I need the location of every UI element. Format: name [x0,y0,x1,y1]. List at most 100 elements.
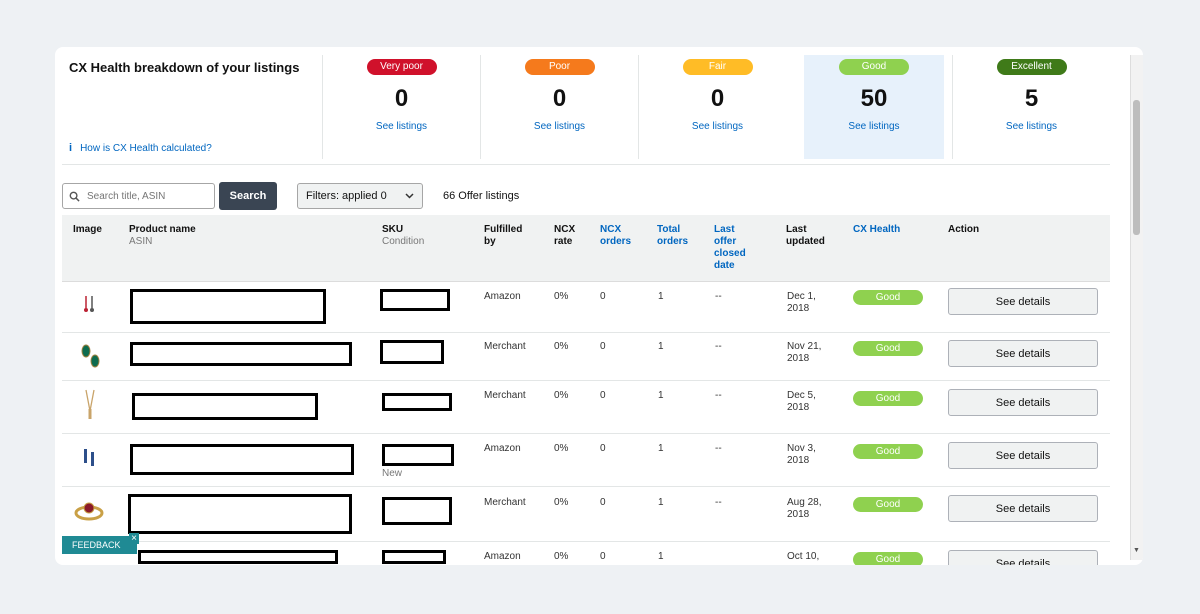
col-fulfilled-by[interactable]: Fulfilled by [484,224,522,248]
table-header: Image Product name ASIN SKU Condition Fu… [62,215,1110,282]
col-sku[interactable]: SKU Condition [382,224,424,248]
total-orders: 1 [658,390,664,401]
green-earrings-thumbnail [81,344,100,368]
cx-health-panel: CX Health breakdown of your listings i H… [55,47,1143,565]
last-updated: Nov 21, 2018 [787,341,821,365]
last-offer-closed-date: -- [715,341,722,352]
fair-count: 0 [710,85,725,112]
fair-badge: Fair [682,59,753,75]
search-icon [69,191,80,202]
col-last-offer-closed-date[interactable]: Last offer closed date [714,224,746,272]
total-orders: 1 [658,291,664,302]
last-offer-closed-date: -- [715,291,722,302]
redacted-product-name [138,550,338,564]
scrollbar-thumb[interactable] [1133,100,1140,235]
search-button[interactable]: Search [219,182,277,210]
last-offer-closed-date: -- [715,443,722,454]
redacted-sku [380,289,450,311]
col-image: Image [73,224,102,235]
help-link[interactable]: i How is CX Health calculated? [69,142,212,154]
redacted-sku [382,550,446,564]
offer-listings-count: 66 Offer listings [443,190,520,202]
fair-see-listings-link[interactable]: See listings [639,121,796,132]
redacted-sku [382,393,452,411]
see-details-button[interactable]: See details [948,550,1098,565]
health-tiles: Very poor 0 See listings Poor 0 See list… [322,47,1110,164]
see-details-button[interactable]: See details [948,495,1098,522]
col-last-updated-line2: updated [786,236,825,247]
see-details-button[interactable]: See details [948,288,1098,315]
total-orders: 1 [658,497,664,508]
last-updated-date: Oct 10, [787,551,820,562]
info-icon: i [69,142,73,154]
close-icon[interactable]: × [129,533,139,544]
ncx-orders: 0 [600,551,606,562]
feedback-button[interactable]: FEEDBACK × [62,533,139,554]
col-cx-health[interactable]: CX Health [853,224,900,236]
search-field[interactable] [62,183,215,209]
summary-title: CX Health breakdown of your listings [69,60,300,75]
redacted-product-name [130,289,326,324]
col-ncx-orders[interactable]: NCX orders [600,224,631,248]
feedback-label: FEEDBACK [72,540,121,550]
tile-very-poor: Very poor 0 See listings [322,55,480,159]
see-details-button[interactable]: See details [948,340,1098,367]
poor-see-listings-link[interactable]: See listings [481,121,638,132]
col-last-updated[interactable]: Last updated [786,224,825,248]
last-updated-date: Dec 5, [787,390,816,401]
last-updated-date: Aug 28, [787,497,822,508]
table-row: Merchant 0% 0 1 -- Nov 21, 2018 Good See … [62,333,1110,381]
excellent-count: 5 [1024,85,1039,112]
fulfilled-by: Merchant [484,390,526,401]
cx-health-badge: Good [853,290,923,305]
help-link-label: How is CX Health calculated? [80,142,212,154]
last-updated-year: 2018 [787,353,810,364]
tile-poor: Poor 0 See listings [480,55,638,159]
col-ncx-rate[interactable]: NCX rate [554,224,575,248]
ncx-rate: 0% [554,551,569,562]
col-sku-label: SKU [382,224,404,235]
redacted-product-name [130,444,354,475]
fulfilled-by: Amazon [484,291,521,302]
condition: New [382,468,403,479]
last-offer-closed-date: -- [715,497,722,508]
search-input[interactable] [85,189,209,203]
col-action: Action [948,224,980,235]
filters-label: Filters: applied 0 [306,190,387,202]
very-poor-badge: Very poor [366,59,437,75]
col-ncx-rate-line2: rate [554,236,573,247]
last-offer-closed-date: -- [715,390,722,401]
bar-earrings-thumbnail [84,449,94,466]
col-ncx-orders-line1: NCX [600,224,622,235]
very-poor-see-listings-link[interactable]: See listings [323,121,480,132]
col-total-orders[interactable]: Total orders [657,224,688,248]
see-details-button[interactable]: See details [948,442,1098,469]
vertical-scrollbar[interactable]: ▼ [1130,55,1143,560]
cx-health-badge: Good [853,444,923,459]
redacted-product-name [130,342,352,366]
poor-count: 0 [552,85,567,112]
table-row: Merchant 0% 0 1 -- Dec 5, 2018 Good See d… [62,381,1110,434]
tile-fair: Fair 0 See listings [638,55,796,159]
good-count: 50 [860,85,888,112]
col-ncx-orders-line2: orders [600,236,632,247]
ncx-rate: 0% [554,390,569,401]
good-see-listings-link[interactable]: See listings [804,121,944,132]
last-updated-year: 2018 [787,509,810,520]
ncx-orders: 0 [600,291,606,302]
redacted-product-name [128,494,352,534]
col-product-name[interactable]: Product name ASIN [129,224,196,248]
col-fulfilled-line2: by [484,236,496,247]
filters-dropdown[interactable]: Filters: applied 0 [297,183,423,209]
excellent-see-listings-link[interactable]: See listings [953,121,1110,132]
good-badge: Good [839,59,909,75]
ncx-orders: 0 [600,390,606,401]
last-updated: Dec 5, 2018 [787,390,816,414]
see-details-button[interactable]: See details [948,389,1098,416]
tile-good[interactable]: Good 50 See listings [804,55,944,159]
col-condition-label: Condition [382,236,425,247]
scroll-down-arrow-icon[interactable]: ▼ [1133,547,1140,554]
col-ncx-rate-line1: NCX [554,224,576,235]
col-total-orders-line1: Total [657,224,681,235]
redacted-sku [380,340,444,364]
